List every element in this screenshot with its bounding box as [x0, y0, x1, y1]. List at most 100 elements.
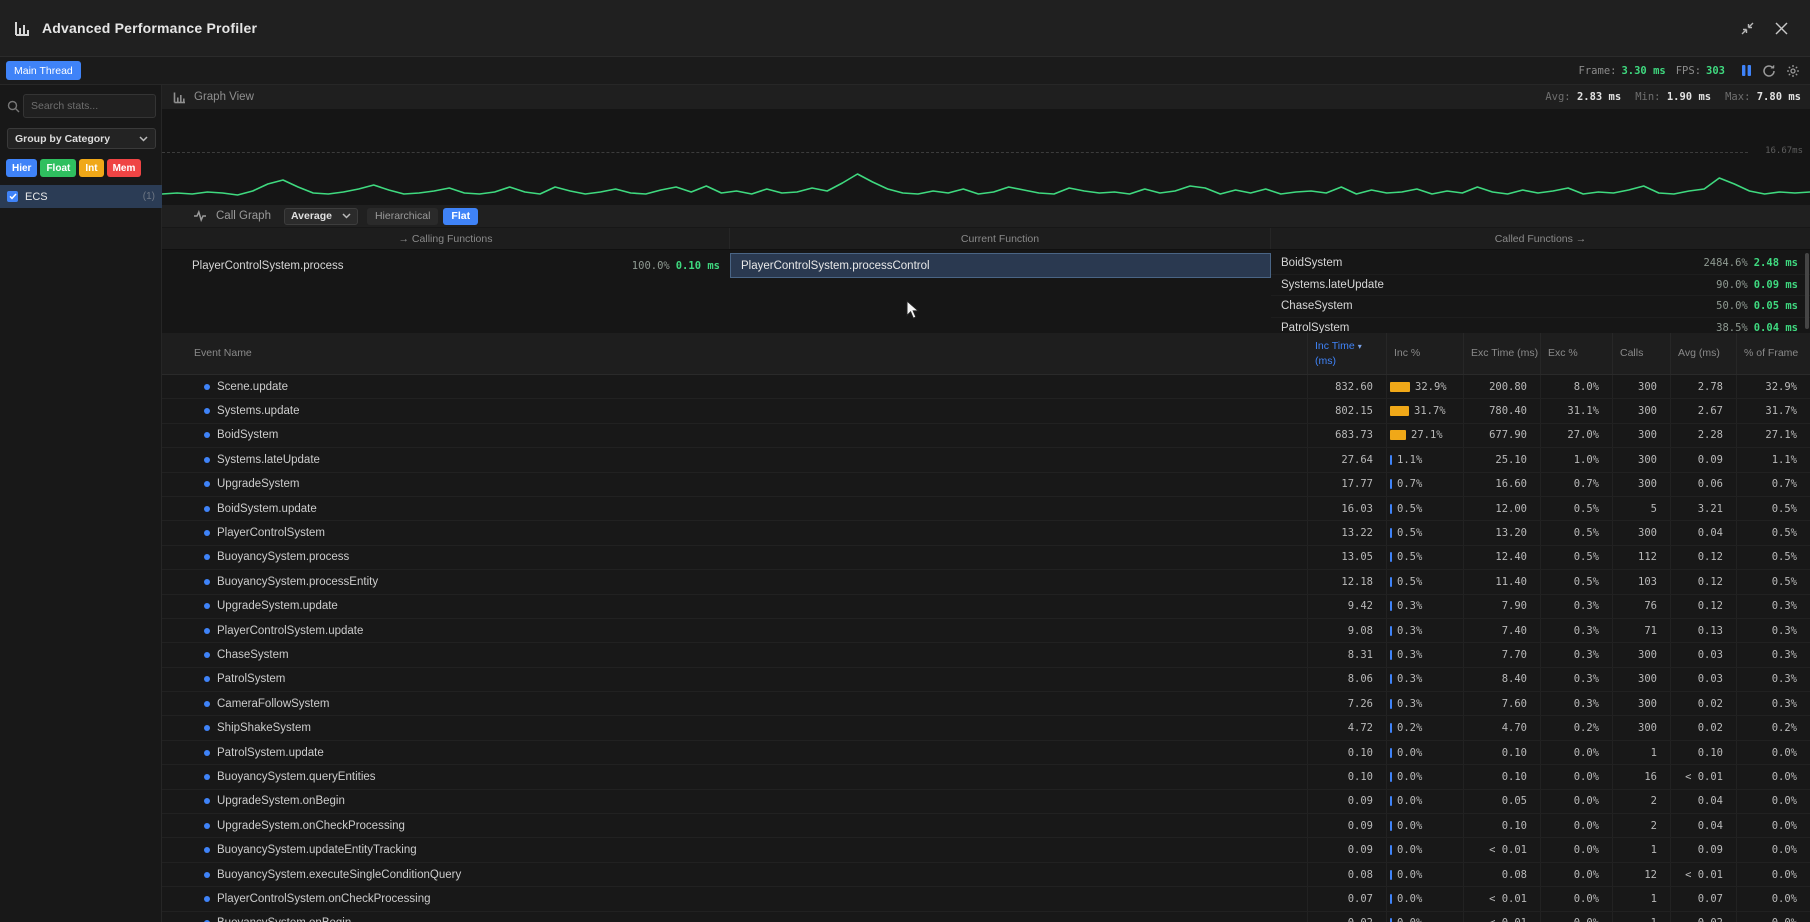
- calling-function-name: PlayerControlSystem.process: [192, 260, 343, 272]
- table-row[interactable]: CameraFollowSystem 7.26 0.3% 7.60 0.3% 3…: [162, 692, 1810, 716]
- inc-pct-bar: [1390, 772, 1392, 782]
- pause-icon[interactable]: [1741, 64, 1752, 77]
- tag-chip[interactable]: Int: [79, 159, 103, 177]
- call-graph-toolbar: Call Graph Average Hierarchical Flat: [162, 205, 1810, 228]
- call-graph-title: Call Graph: [216, 210, 271, 222]
- gear-icon[interactable]: [1786, 64, 1800, 78]
- search-input[interactable]: [23, 94, 156, 118]
- table-row[interactable]: UpgradeSystem 17.77 0.7% 16.60 0.7% 300 …: [162, 473, 1810, 497]
- table-row[interactable]: BoidSystem 683.73 27.1% 677.90 27.0% 300…: [162, 424, 1810, 448]
- table-row[interactable]: ChaseSystem 8.31 0.3% 7.70 0.3% 300 0.03…: [162, 643, 1810, 667]
- event-name: BuoyancySystem.onBegin: [217, 917, 351, 922]
- frame-pct-cell: 0.3%: [1736, 595, 1810, 618]
- frame-label: Frame:: [1579, 65, 1617, 77]
- column-header-inc-pct[interactable]: Inc %: [1386, 333, 1463, 374]
- called-list-scrollbar[interactable]: [1805, 253, 1809, 329]
- column-header-event-name[interactable]: Event Name: [162, 333, 1307, 374]
- event-bullet-icon: [204, 847, 210, 853]
- table-row[interactable]: BuoyancySystem.process 13.05 0.5% 12.40 …: [162, 546, 1810, 570]
- tag-chip[interactable]: Float: [40, 159, 76, 177]
- called-function-row[interactable]: Systems.lateUpdate 90.0%0.09 ms: [1271, 275, 1810, 297]
- avg-cell: 2.78: [1670, 375, 1736, 398]
- table-row[interactable]: BuoyancySystem.updateEntityTracking 0.09…: [162, 838, 1810, 862]
- aggregation-mode-select[interactable]: Average: [284, 208, 358, 225]
- table-row[interactable]: BuoyancySystem.queryEntities 0.10 0.0% 0…: [162, 765, 1810, 789]
- table-row[interactable]: BuoyancySystem.onBegin 0.02 0.0% < 0.01 …: [162, 912, 1810, 922]
- table-row[interactable]: PatrolSystem 8.06 0.3% 8.40 0.3% 300 0.0…: [162, 668, 1810, 692]
- inc-pct-cell: 31.7%: [1386, 399, 1463, 422]
- column-header-exc-time[interactable]: Exc Time (ms): [1463, 333, 1540, 374]
- frame-pct-cell: 0.0%: [1736, 887, 1810, 910]
- group-by-select[interactable]: Group by Category: [7, 128, 156, 149]
- table-row[interactable]: Systems.update 802.15 31.7% 780.40 31.1%…: [162, 399, 1810, 423]
- main-thread-button[interactable]: Main Thread: [6, 61, 81, 80]
- frame-pct-cell: 0.5%: [1736, 521, 1810, 544]
- table-row[interactable]: BuoyancySystem.executeSingleConditionQue…: [162, 863, 1810, 887]
- inc-pct-bar: [1390, 382, 1410, 392]
- calling-function-row[interactable]: PlayerControlSystem.process 100.0%0.10 m…: [162, 253, 730, 278]
- current-function-name: PlayerControlSystem.processControl: [741, 260, 930, 272]
- table-row[interactable]: PlayerControlSystem 13.22 0.5% 13.20 0.5…: [162, 521, 1810, 545]
- minimize-icon[interactable]: [1738, 19, 1756, 37]
- calls-cell: 300: [1612, 668, 1670, 691]
- table-row[interactable]: PlayerControlSystem.onCheckProcessing 0.…: [162, 887, 1810, 911]
- column-header-avg[interactable]: Avg (ms): [1670, 333, 1736, 374]
- inc-pct-cell: 0.5%: [1386, 570, 1463, 593]
- column-header-exc-pct[interactable]: Exc %: [1540, 333, 1612, 374]
- frame-pct-cell: 0.0%: [1736, 790, 1810, 813]
- table-row[interactable]: PlayerControlSystem.update 9.08 0.3% 7.4…: [162, 619, 1810, 643]
- inc-pct-bar: [1390, 552, 1392, 562]
- close-icon[interactable]: [1772, 19, 1790, 37]
- group-by-value: Group by Category: [15, 133, 110, 145]
- inc-pct-bar: [1390, 650, 1392, 660]
- called-function-name: PatrolSystem: [1281, 322, 1349, 333]
- called-function-row[interactable]: PatrolSystem 38.5%0.04 ms: [1271, 318, 1810, 334]
- sidebar-item-ecs[interactable]: ECS (1): [0, 185, 162, 208]
- hierarchical-view-button[interactable]: Hierarchical: [367, 208, 438, 225]
- column-header-frame-pct[interactable]: % of Frame: [1736, 333, 1810, 374]
- inc-time-cell: 9.42: [1307, 595, 1386, 618]
- exc-time-cell: < 0.01: [1463, 887, 1540, 910]
- called-function-name: ChaseSystem: [1281, 300, 1353, 312]
- tag-chip[interactable]: Mem: [107, 159, 142, 177]
- frame-pct-cell: 0.7%: [1736, 473, 1810, 496]
- frame-pct-cell: 31.7%: [1736, 399, 1810, 422]
- calls-cell: 103: [1612, 570, 1670, 593]
- called-function-row[interactable]: BoidSystem 2484.6%2.48 ms: [1271, 253, 1810, 275]
- inc-time-cell: 13.22: [1307, 521, 1386, 544]
- inc-time-cell: 0.09: [1307, 814, 1386, 837]
- column-header-inc-time[interactable]: Inc Time▾(ms): [1307, 333, 1386, 374]
- table-row[interactable]: BuoyancySystem.processEntity 12.18 0.5% …: [162, 570, 1810, 594]
- table-row[interactable]: UpgradeSystem.onBegin 0.09 0.0% 0.05 0.0…: [162, 790, 1810, 814]
- inc-time-cell: 0.10: [1307, 741, 1386, 764]
- checkbox-checked-icon[interactable]: [7, 191, 18, 202]
- frame-time-graph[interactable]: 16.67ms: [162, 110, 1810, 205]
- inc-pct-bar: [1390, 821, 1392, 831]
- frame-pct-cell: 0.0%: [1736, 765, 1810, 788]
- frame-pct-cell: 0.0%: [1736, 838, 1810, 861]
- event-bullet-icon: [204, 872, 210, 878]
- event-name: PatrolSystem.update: [217, 747, 324, 759]
- table-row[interactable]: ShipShakeSystem 4.72 0.2% 4.70 0.2% 300 …: [162, 716, 1810, 740]
- table-row[interactable]: BoidSystem.update 16.03 0.5% 12.00 0.5% …: [162, 497, 1810, 521]
- called-function-row[interactable]: ChaseSystem 50.0%0.05 ms: [1271, 296, 1810, 318]
- exc-pct-cell: 0.0%: [1540, 741, 1612, 764]
- table-row[interactable]: PatrolSystem.update 0.10 0.0% 0.10 0.0% …: [162, 741, 1810, 765]
- current-function-box[interactable]: PlayerControlSystem.processControl: [730, 253, 1271, 278]
- avg-cell: < 0.01: [1670, 765, 1736, 788]
- table-row[interactable]: Scene.update 832.60 32.9% 200.80 8.0% 30…: [162, 375, 1810, 399]
- table-row[interactable]: UpgradeSystem.update 9.42 0.3% 7.90 0.3%…: [162, 595, 1810, 619]
- refresh-icon[interactable]: [1762, 64, 1776, 78]
- exc-time-cell: 0.10: [1463, 741, 1540, 764]
- inc-pct-bar: [1390, 577, 1392, 587]
- flat-view-button[interactable]: Flat: [443, 208, 478, 225]
- inc-time-cell: 9.08: [1307, 619, 1386, 642]
- inc-pct-bar: [1390, 406, 1409, 416]
- calls-cell: 71: [1612, 619, 1670, 642]
- exc-time-cell: 16.60: [1463, 473, 1540, 496]
- column-header-calls[interactable]: Calls: [1612, 333, 1670, 374]
- inc-time-cell: 0.07: [1307, 887, 1386, 910]
- table-row[interactable]: UpgradeSystem.onCheckProcessing 0.09 0.0…: [162, 814, 1810, 838]
- table-row[interactable]: Systems.lateUpdate 27.64 1.1% 25.10 1.0%…: [162, 448, 1810, 472]
- tag-chip[interactable]: Hier: [6, 159, 37, 177]
